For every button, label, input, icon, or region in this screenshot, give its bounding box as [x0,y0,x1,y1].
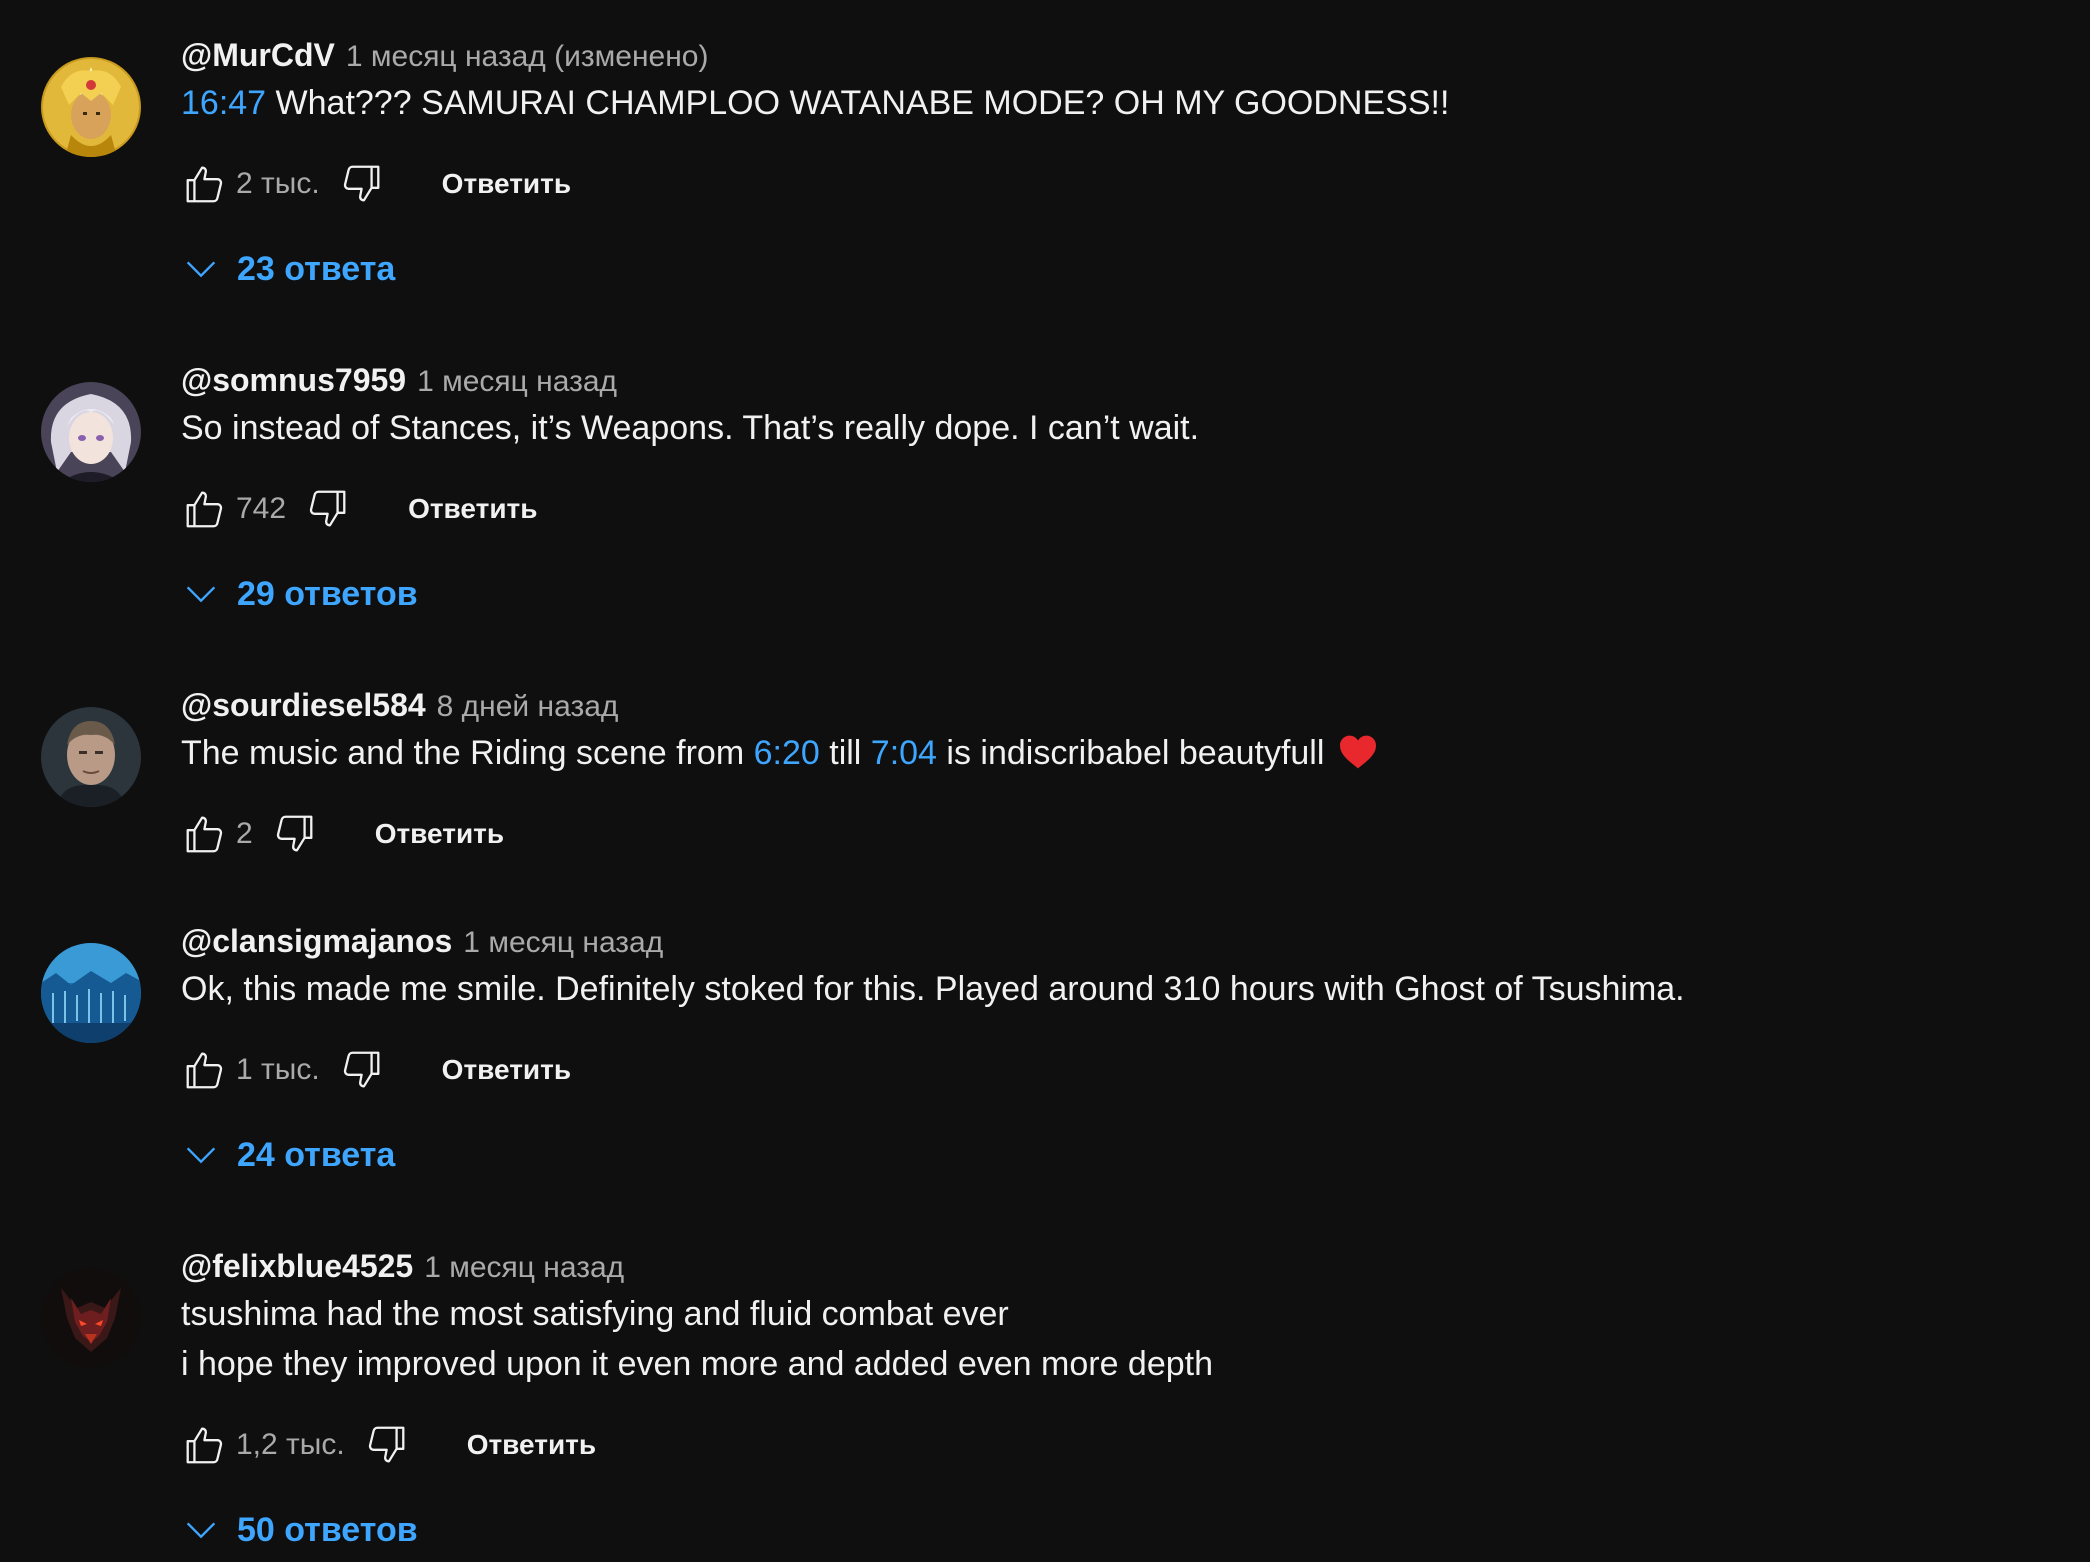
show-replies-button[interactable]: 23 ответа [181,239,395,299]
like-count: 742 [236,492,287,525]
like-button[interactable] [174,1040,234,1100]
golden-warrior-avatar-icon [41,57,141,157]
reply-button[interactable]: Ответить [467,1429,596,1461]
comment-time[interactable]: 8 дней назад [437,690,619,724]
thumbs-down-icon [343,1051,380,1088]
avatar[interactable] [41,1268,141,1368]
like-count: 1,2 тыс. [236,1428,345,1461]
timestamp-link[interactable]: 6:20 [754,734,820,772]
comment-text-segment: The music and the Riding scene from [181,734,754,772]
avatar[interactable] [41,943,141,1043]
thumbs-down-icon [309,490,346,527]
dislike-button[interactable] [332,154,392,214]
thumbs-down-icon [368,1426,405,1463]
red-demon-avatar-icon [41,1268,141,1368]
chevron-down-icon [186,1522,216,1539]
show-replies-button[interactable]: 50 ответов [181,1500,418,1560]
comment-thread: @felixblue4525 1 месяц назад tsushima ha… [0,1239,2090,1562]
like-count: 2 [236,817,253,850]
dislike-button[interactable] [298,479,358,539]
comment-author[interactable]: @MurCdV [181,37,335,74]
comment-thread: @MurCdV 1 месяц назад (изменено) 16:47 W… [0,28,2090,318]
comment-actions: 2 Ответить [181,804,504,864]
comment-actions: 2 тыс. Ответить [181,154,571,214]
replies-count: 24 ответа [237,1135,396,1174]
comment-text: Ok, this made me smile. Definitely stoke… [181,970,1685,1008]
avatar[interactable] [41,707,141,807]
comment-text-segment: is indiscribabel beautyfull [936,734,1325,772]
comment-text-segment: What??? SAMURAI CHAMPLOO WATANABE MODE? … [266,84,1450,122]
avatar[interactable] [41,57,141,157]
like-button[interactable] [174,479,234,539]
reply-button[interactable]: Ответить [442,1054,571,1086]
dislike-button[interactable] [357,1415,417,1475]
comment-actions: 1,2 тыс. Ответить [181,1415,596,1475]
like-button[interactable] [174,804,234,864]
timestamp-link[interactable]: 7:04 [871,734,937,772]
comment-actions: 1 тыс. Ответить [181,1040,571,1100]
thumbs-up-icon [186,1052,223,1089]
man-portrait-avatar-icon [41,707,141,807]
comment-time[interactable]: 1 месяц назад [424,1251,624,1285]
thumbs-up-icon [186,1427,223,1464]
like-button[interactable] [174,1415,234,1475]
like-button[interactable] [174,154,234,214]
reply-button[interactable]: Ответить [442,168,571,200]
reply-button[interactable]: Ответить [408,493,537,525]
like-count: 2 тыс. [236,167,320,200]
comment-text: So instead of Stances, it’s Weapons. Tha… [181,409,1200,447]
comment-thread: @sourdiesel584 8 дней назад The music an… [0,678,2090,878]
dislike-button[interactable] [332,1040,392,1100]
silver-hair-anime-avatar-icon [41,382,141,482]
comment-author[interactable]: @felixblue4525 [181,1248,413,1285]
replies-count: 29 ответов [237,574,418,613]
heart-emoji-icon [1338,734,1378,784]
comment-text-line: i hope they improved upon it even more a… [181,1345,1214,1383]
like-count: 1 тыс. [236,1053,320,1086]
comment-time[interactable]: 1 месяц назад [463,926,663,960]
thumbs-up-icon [186,166,223,203]
thumbs-up-icon [186,816,223,853]
comment-author[interactable]: @somnus7959 [181,362,406,399]
blue-landscape-avatar-icon [41,943,141,1043]
chevron-down-icon [186,586,216,603]
dislike-button[interactable] [265,804,325,864]
timestamp-link[interactable]: 16:47 [181,84,266,122]
comment-time[interactable]: 1 месяц назад [417,365,617,399]
show-replies-button[interactable]: 24 ответа [181,1125,395,1185]
comment-text: The music and the Riding scene from 6:20… [181,728,2050,784]
avatar[interactable] [41,382,141,482]
replies-count: 23 ответа [237,249,396,288]
chevron-down-icon [186,261,216,278]
comment-thread: @clansigmajanos 1 месяц назад Ok, this m… [0,914,2090,1204]
comment-text-segment: till [819,734,871,772]
comment-author[interactable]: @clansigmajanos [181,923,452,960]
comment-time[interactable]: 1 месяц назад (изменено) [346,40,709,74]
show-replies-button[interactable]: 29 ответов [181,564,418,624]
thumbs-down-icon [343,165,380,202]
comment-actions: 742 Ответить [181,479,537,539]
comment-author[interactable]: @sourdiesel584 [181,687,426,724]
comments-section: @MurCdV 1 месяц назад (изменено) 16:47 W… [0,0,2090,1562]
comment-text-line: tsushima had the most satisfying and flu… [181,1295,1009,1333]
comment-thread: @somnus7959 1 месяц назад So instead of … [0,353,2090,643]
chevron-down-icon [186,1147,216,1164]
comment-text: tsushima had the most satisfying and flu… [181,1289,2050,1389]
replies-count: 50 ответов [237,1510,418,1549]
thumbs-up-icon [186,491,223,528]
comment-text: 16:47 What??? SAMURAI CHAMPLOO WATANABE … [181,78,2050,128]
thumbs-down-icon [276,815,313,852]
reply-button[interactable]: Ответить [375,818,504,850]
